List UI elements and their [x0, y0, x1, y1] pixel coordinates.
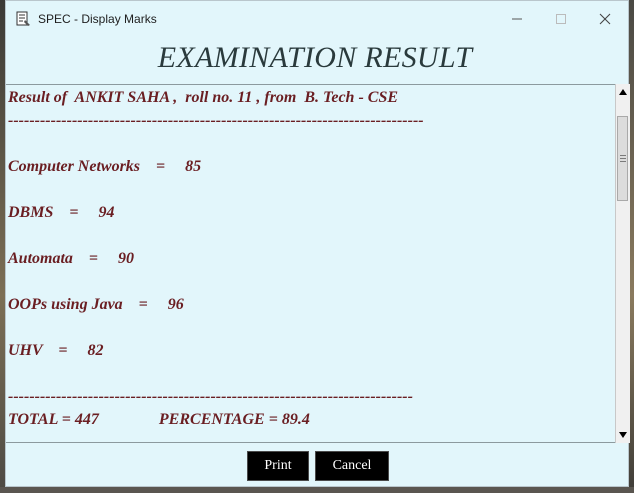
- arrow-down-icon: [619, 432, 627, 438]
- subject-line-oops-java: OOPs using Java = 96: [8, 296, 184, 313]
- vertical-scrollbar[interactable]: [615, 84, 630, 443]
- thumb-grip-line: [620, 161, 626, 162]
- scroll-down-button[interactable]: [616, 427, 630, 443]
- subject-line-uhv: UHV = 82: [8, 342, 104, 359]
- desktop-background-bottom: [0, 487, 634, 493]
- maximize-icon: [556, 13, 566, 24]
- divider-bottom: ----------------------------------------…: [8, 388, 413, 405]
- title-bar[interactable]: SPEC - Display Marks: [6, 1, 628, 36]
- maximize-button[interactable]: [538, 1, 584, 36]
- thumb-grip-line: [620, 158, 626, 159]
- arrow-up-icon: [619, 89, 627, 95]
- scrollbar-thumb[interactable]: [617, 116, 628, 201]
- total-percentage-line: TOTAL = 447 PERCENTAGE = 89.4: [8, 411, 310, 428]
- subject-line-computer-networks: Computer Networks = 85: [8, 158, 202, 175]
- divider-top: ----------------------------------------…: [8, 112, 424, 129]
- document-icon: [16, 11, 30, 26]
- cancel-button[interactable]: Cancel: [315, 451, 389, 481]
- close-icon: [599, 13, 611, 24]
- close-button[interactable]: [582, 1, 628, 36]
- subject-line-dbms: DBMS = 94: [8, 204, 115, 221]
- minimize-button[interactable]: [494, 1, 540, 36]
- subject-line-automata: Automata = 90: [8, 250, 135, 267]
- page-heading: EXAMINATION RESULT: [157, 41, 473, 74]
- thumb-grip-line: [620, 155, 626, 156]
- result-text-area[interactable]: Result of ANKIT SAHA , roll no. 11 , fro…: [6, 84, 615, 443]
- result-intro: Result of ANKIT SAHA , roll no. 11 , fro…: [8, 89, 399, 106]
- scroll-up-button[interactable]: [616, 84, 630, 100]
- minimize-icon: [512, 18, 522, 19]
- window-title: SPEC - Display Marks: [38, 11, 157, 26]
- display-marks-window: SPEC - Display Marks EXAMINATION RESULT …: [5, 0, 630, 487]
- print-button[interactable]: Print: [247, 451, 309, 481]
